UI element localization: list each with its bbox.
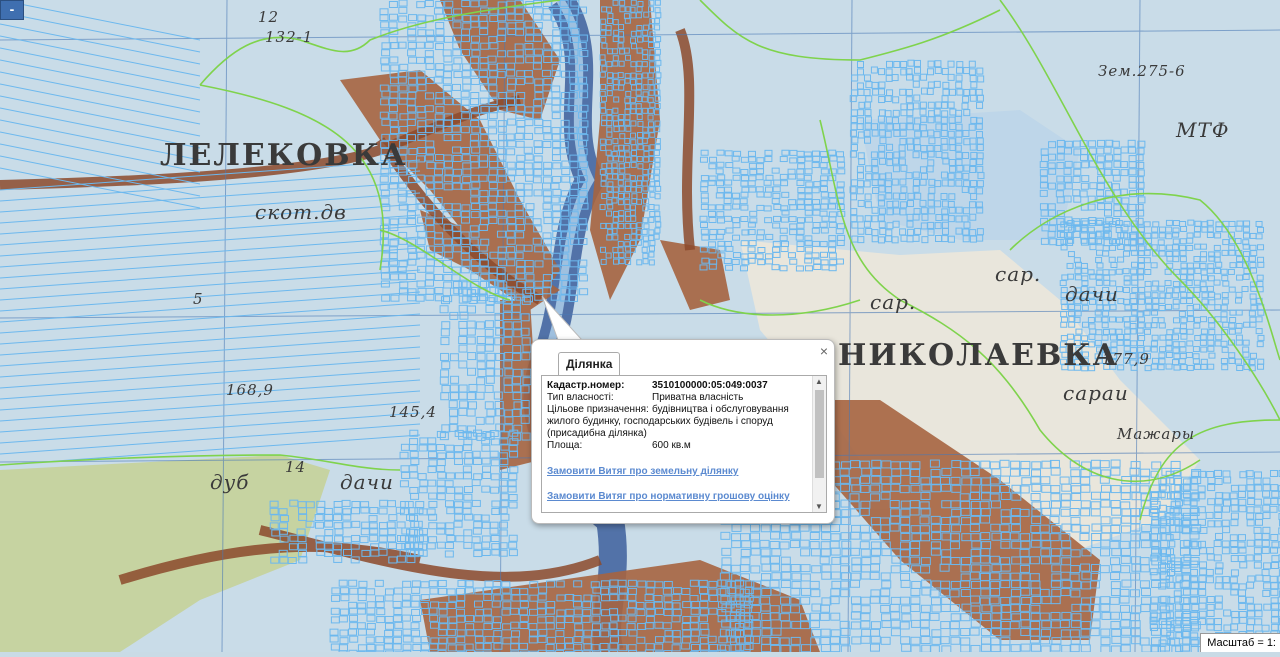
label-sar-a: сар.: [995, 262, 1041, 286]
map-view[interactable]: ЛЕЛЕКОВКА НИКОЛАЕВКА скот.дв дачи дачи д…: [0, 0, 1280, 652]
order-land-extract-link[interactable]: Замовити Витяг про земельну ділянку: [547, 466, 811, 478]
height-1779: 177,9: [1102, 350, 1150, 368]
parcel-info-popup: × Ділянка Кадастр.номер: 3510100000:05:0…: [531, 339, 835, 524]
cadastral-label: Кадастр.номер:: [547, 380, 652, 392]
height-168: 168,9: [226, 381, 274, 399]
label-n132: 132-1: [265, 28, 313, 46]
zoom-out-button[interactable]: -: [0, 0, 24, 20]
popup-content-panel[interactable]: Кадастр.номер: 3510100000:05:049:0037 Ти…: [541, 375, 827, 513]
row-purpose: Цільове призначення: будівництва і обслу…: [547, 404, 811, 416]
village-label-right: НИКОЛАЕВКА: [838, 338, 1119, 373]
row-ownership: Тип власності: Приватна власність: [547, 392, 811, 404]
popup-scrollbar[interactable]: ▲ ▼: [812, 376, 826, 512]
row-area: Площа: 600 кв.м: [547, 440, 811, 452]
label-skot-dv: скот.дв: [255, 200, 347, 224]
label-zem: Зем.275-6: [1098, 62, 1186, 80]
order-valuation-extract-link[interactable]: Замовити Витяг про нормативну грошову оц…: [547, 491, 811, 503]
ownership-label: Тип власності:: [547, 392, 652, 404]
scroll-down-arrow-icon[interactable]: ▼: [815, 502, 823, 511]
parcel-details: Кадастр.номер: 3510100000:05:049:0037 Ти…: [547, 380, 811, 503]
label-dachi-right: дачи: [1065, 282, 1119, 306]
scroll-thumb[interactable]: [815, 390, 824, 478]
height-145: 145,4: [389, 403, 437, 421]
label-n5: 5: [193, 290, 204, 308]
label-n14: 14: [285, 458, 306, 476]
ownership-value: Приватна власність: [652, 392, 811, 404]
purpose-value-first: будівництва і обслуговування: [652, 404, 811, 416]
scale-indicator: Масштаб = 1:: [1200, 633, 1280, 652]
label-n12: 12: [258, 8, 279, 26]
area-label: Площа:: [547, 440, 652, 452]
label-dub: дуб: [210, 470, 249, 494]
label-mazhary: Мажары: [1117, 425, 1195, 443]
area-value: 600 кв.м: [652, 440, 811, 452]
scroll-up-arrow-icon[interactable]: ▲: [815, 377, 823, 386]
purpose-label: Цільове призначення:: [547, 404, 652, 416]
label-sar-b: сар.: [870, 290, 916, 314]
label-sarai: сараи: [1063, 381, 1129, 405]
tab-parcel[interactable]: Ділянка: [558, 352, 620, 375]
popup-pointer: [536, 296, 586, 344]
label-mtf: МТФ: [1176, 118, 1229, 142]
village-label-left: ЛЕЛЕКОВКА: [160, 138, 407, 173]
cadastral-value: 3510100000:05:049:0037: [652, 380, 811, 392]
popup-close-button[interactable]: ×: [820, 343, 828, 359]
label-dachi-left: дачи: [340, 470, 394, 494]
purpose-value-rest: жилого будинку, господарських будівель і…: [547, 416, 811, 440]
map-canvas[interactable]: [0, 0, 1280, 652]
row-cadastral: Кадастр.номер: 3510100000:05:049:0037: [547, 380, 811, 392]
